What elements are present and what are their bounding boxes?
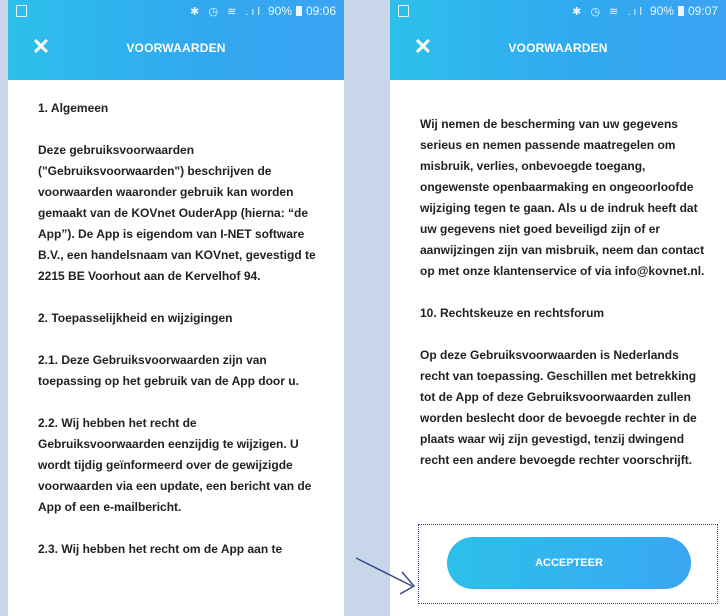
status-icons: ✱ ◷ ≋ .ıl bbox=[190, 5, 263, 18]
terms-content: Wij nemen de bescherming van uw gegevens… bbox=[390, 80, 726, 471]
terms-paragraph: 2.2. Wij hebben het recht de Gebruiksvoo… bbox=[38, 416, 312, 514]
close-icon[interactable]: ✕ bbox=[412, 34, 434, 59]
terms-content: 1. Algemeen Deze gebruiksvoorwaarden ("G… bbox=[8, 80, 344, 560]
status-bar: ✱ ◷ ≋ .ıl 90% 09:07 bbox=[390, 0, 726, 22]
terms-paragraph: 2.1. Deze Gebruiksvoorwaarden zijn van t… bbox=[38, 353, 299, 388]
accept-button[interactable]: ACCEPTEER bbox=[447, 537, 691, 589]
terms-paragraph: Wij nemen de bescherming van uw gegevens… bbox=[420, 117, 705, 278]
phone-screen-left: ✱ ◷ ≋ .ıl 90% 09:06 ✕ VOORWAARDEN 1. Alg… bbox=[8, 0, 344, 616]
screenshot-icon bbox=[398, 5, 409, 17]
annotation-arrow-icon bbox=[355, 557, 416, 595]
terms-paragraph: 2.3. Wij hebben het recht om de App aan … bbox=[38, 542, 283, 556]
page-title: VOORWAARDEN bbox=[126, 41, 226, 55]
battery-icon bbox=[295, 6, 302, 16]
app-header: ✱ ◷ ≋ .ıl 90% 09:07 ✕ VOORWAARDEN bbox=[390, 0, 726, 80]
terms-paragraph: Deze gebruiksvoorwaarden ("Gebruiksvoorw… bbox=[38, 143, 316, 283]
battery-icon bbox=[677, 6, 684, 16]
section-heading: 1. Algemeen bbox=[38, 101, 109, 115]
clock: 09:06 bbox=[305, 4, 336, 18]
toolbar: ✕ VOORWAARDEN bbox=[8, 22, 344, 74]
terms-paragraph: Op deze Gebruiksvoorwaarden is Nederland… bbox=[420, 348, 697, 467]
page-title: VOORWAARDEN bbox=[508, 41, 608, 55]
status-bar: ✱ ◷ ≋ .ıl 90% 09:06 bbox=[8, 0, 344, 22]
clock: 09:07 bbox=[687, 4, 718, 18]
battery-percent: 90% bbox=[267, 4, 292, 18]
section-heading: 2. Toepasselijkheid en wijzigingen bbox=[38, 311, 233, 325]
screenshot-icon bbox=[16, 5, 27, 17]
app-header: ✱ ◷ ≋ .ıl 90% 09:06 ✕ VOORWAARDEN bbox=[8, 0, 344, 80]
battery-percent: 90% bbox=[649, 4, 674, 18]
close-icon[interactable]: ✕ bbox=[30, 34, 52, 59]
toolbar: ✕ VOORWAARDEN bbox=[390, 22, 726, 74]
status-icons: ✱ ◷ ≋ .ıl bbox=[572, 5, 645, 18]
accept-highlight: ACCEPTEER bbox=[418, 524, 718, 604]
section-heading: 10. Rechtskeuze en rechtsforum bbox=[420, 306, 605, 320]
